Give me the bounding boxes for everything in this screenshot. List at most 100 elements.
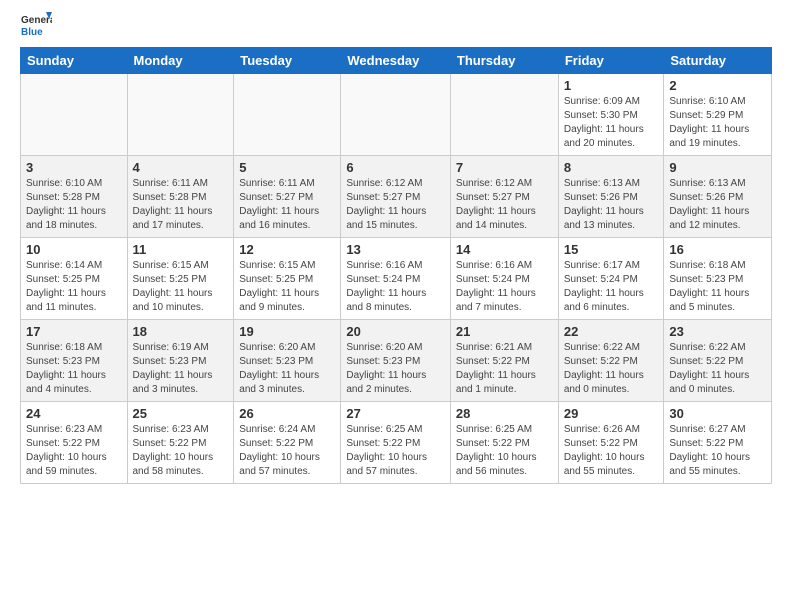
calendar-day-3: 3Sunrise: 6:10 AM Sunset: 5:28 PM Daylig…: [21, 156, 128, 238]
day-number: 10: [26, 242, 122, 257]
day-number: 22: [564, 324, 659, 339]
day-info: Sunrise: 6:27 AM Sunset: 5:22 PM Dayligh…: [669, 423, 766, 479]
day-number: 12: [239, 242, 335, 257]
day-number: 8: [564, 160, 659, 175]
day-info: Sunrise: 6:14 AM Sunset: 5:25 PM Dayligh…: [26, 259, 122, 315]
calendar-week-row: 3Sunrise: 6:10 AM Sunset: 5:28 PM Daylig…: [21, 156, 772, 238]
day-number: 7: [456, 160, 553, 175]
day-info: Sunrise: 6:20 AM Sunset: 5:23 PM Dayligh…: [239, 341, 335, 397]
calendar-day-1: 1 Sunrise: 6:09 AM Sunset: 5:30 PM Daylig…: [558, 74, 664, 156]
calendar-day-30: 30 Sunrise: 6:27 AM Sunset: 5:22 PM Dayli…: [664, 402, 772, 484]
day-info: Sunrise: 6:11 AM Sunset: 5:27 PM Dayligh…: [239, 177, 335, 233]
day-info: Sunrise: 6:24 AM Sunset: 5:22 PM Dayligh…: [239, 423, 335, 479]
day-number: 29: [564, 406, 659, 421]
calendar-day-13: 13 Sunrise: 6:16 AM Sunset: 5:24 PM Dayli…: [341, 238, 451, 320]
calendar-day-22: 22 Sunrise: 6:22 AM Sunset: 5:22 PM Dayli…: [558, 320, 664, 402]
calendar-day-11: 11Sunrise: 6:15 AM Sunset: 5:25 PM Dayli…: [127, 238, 234, 320]
calendar-day-21: 21 Sunrise: 6:21 AM Sunset: 5:22 PM Dayli…: [450, 320, 558, 402]
day-info: Sunrise: 6:21 AM Sunset: 5:22 PM Dayligh…: [456, 341, 553, 397]
calendar-day-20: 20 Sunrise: 6:20 AM Sunset: 5:23 PM Dayli…: [341, 320, 451, 402]
calendar-day-5: 5 Sunrise: 6:11 AM Sunset: 5:27 PM Daylig…: [234, 156, 341, 238]
day-info: Sunrise: 6:16 AM Sunset: 5:24 PM Dayligh…: [346, 259, 445, 315]
day-number: 11: [133, 242, 229, 257]
weekday-header-tuesday: Tuesday: [234, 48, 341, 74]
day-info: Sunrise: 6:26 AM Sunset: 5:22 PM Dayligh…: [564, 423, 659, 479]
weekday-header-friday: Friday: [558, 48, 664, 74]
logo-svg: General Blue: [20, 10, 52, 42]
day-number: 30: [669, 406, 766, 421]
day-info: Sunrise: 6:13 AM Sunset: 5:26 PM Dayligh…: [564, 177, 659, 233]
calendar-day-4: 4 Sunrise: 6:11 AM Sunset: 5:28 PM Daylig…: [127, 156, 234, 238]
day-info: Sunrise: 6:12 AM Sunset: 5:27 PM Dayligh…: [456, 177, 553, 233]
day-number: 19: [239, 324, 335, 339]
calendar-empty-cell: [21, 74, 128, 156]
calendar-day-9: 9Sunrise: 6:13 AM Sunset: 5:26 PM Daylig…: [664, 156, 772, 238]
day-number: 14: [456, 242, 553, 257]
calendar-day-6: 6Sunrise: 6:12 AM Sunset: 5:27 PM Daylig…: [341, 156, 451, 238]
weekday-header-wednesday: Wednesday: [341, 48, 451, 74]
day-info: Sunrise: 6:12 AM Sunset: 5:27 PM Dayligh…: [346, 177, 445, 233]
weekday-header-saturday: Saturday: [664, 48, 772, 74]
day-info: Sunrise: 6:11 AM Sunset: 5:28 PM Dayligh…: [133, 177, 229, 233]
day-info: Sunrise: 6:25 AM Sunset: 5:22 PM Dayligh…: [456, 423, 553, 479]
day-info: Sunrise: 6:23 AM Sunset: 5:22 PM Dayligh…: [133, 423, 229, 479]
calendar-day-2: 2 Sunrise: 6:10 AM Sunset: 5:29 PM Daylig…: [664, 74, 772, 156]
day-number: 9: [669, 160, 766, 175]
day-number: 20: [346, 324, 445, 339]
calendar-empty-cell: [127, 74, 234, 156]
day-info: Sunrise: 6:22 AM Sunset: 5:22 PM Dayligh…: [669, 341, 766, 397]
calendar-header: SundayMondayTuesdayWednesdayThursdayFrid…: [21, 48, 772, 74]
day-info: Sunrise: 6:23 AM Sunset: 5:22 PM Dayligh…: [26, 423, 122, 479]
calendar-day-18: 18 Sunrise: 6:19 AM Sunset: 5:23 PM Dayli…: [127, 320, 234, 402]
page-header: General Blue: [0, 0, 792, 47]
svg-text:Blue: Blue: [21, 27, 43, 38]
calendar-week-row: 17Sunrise: 6:18 AM Sunset: 5:23 PM Dayli…: [21, 320, 772, 402]
day-number: 18: [133, 324, 229, 339]
calendar-day-12: 12 Sunrise: 6:15 AM Sunset: 5:25 PM Dayli…: [234, 238, 341, 320]
calendar-day-10: 10 Sunrise: 6:14 AM Sunset: 5:25 PM Dayli…: [21, 238, 128, 320]
calendar-day-25: 25 Sunrise: 6:23 AM Sunset: 5:22 PM Dayli…: [127, 402, 234, 484]
day-number: 23: [669, 324, 766, 339]
day-info: Sunrise: 6:15 AM Sunset: 5:25 PM Dayligh…: [239, 259, 335, 315]
day-info: Sunrise: 6:20 AM Sunset: 5:23 PM Dayligh…: [346, 341, 445, 397]
weekday-header-thursday: Thursday: [450, 48, 558, 74]
calendar-day-16: 16Sunrise: 6:18 AM Sunset: 5:23 PM Dayli…: [664, 238, 772, 320]
calendar-day-24: 24Sunrise: 6:23 AM Sunset: 5:22 PM Dayli…: [21, 402, 128, 484]
calendar-day-19: 19 Sunrise: 6:20 AM Sunset: 5:23 PM Dayli…: [234, 320, 341, 402]
day-number: 4: [133, 160, 229, 175]
calendar-day-8: 8 Sunrise: 6:13 AM Sunset: 5:26 PM Daylig…: [558, 156, 664, 238]
calendar-day-17: 17Sunrise: 6:18 AM Sunset: 5:23 PM Dayli…: [21, 320, 128, 402]
day-number: 13: [346, 242, 445, 257]
day-info: Sunrise: 6:17 AM Sunset: 5:24 PM Dayligh…: [564, 259, 659, 315]
calendar-week-row: 10 Sunrise: 6:14 AM Sunset: 5:25 PM Dayli…: [21, 238, 772, 320]
logo: General Blue: [20, 10, 52, 42]
day-info: Sunrise: 6:25 AM Sunset: 5:22 PM Dayligh…: [346, 423, 445, 479]
day-number: 5: [239, 160, 335, 175]
calendar-day-27: 27 Sunrise: 6:25 AM Sunset: 5:22 PM Dayli…: [341, 402, 451, 484]
calendar-week-row: 1 Sunrise: 6:09 AM Sunset: 5:30 PM Daylig…: [21, 74, 772, 156]
calendar-week-row: 24Sunrise: 6:23 AM Sunset: 5:22 PM Dayli…: [21, 402, 772, 484]
calendar-empty-cell: [341, 74, 451, 156]
calendar-day-28: 28 Sunrise: 6:25 AM Sunset: 5:22 PM Dayli…: [450, 402, 558, 484]
day-number: 3: [26, 160, 122, 175]
calendar-table: SundayMondayTuesdayWednesdayThursdayFrid…: [20, 47, 772, 484]
day-number: 16: [669, 242, 766, 257]
calendar-day-7: 7 Sunrise: 6:12 AM Sunset: 5:27 PM Daylig…: [450, 156, 558, 238]
page-container: General Blue SundayMondayTuesdayWednesda…: [0, 0, 792, 494]
day-info: Sunrise: 6:10 AM Sunset: 5:29 PM Dayligh…: [669, 95, 766, 151]
calendar-day-29: 29 Sunrise: 6:26 AM Sunset: 5:22 PM Dayli…: [558, 402, 664, 484]
day-info: Sunrise: 6:22 AM Sunset: 5:22 PM Dayligh…: [564, 341, 659, 397]
day-number: 28: [456, 406, 553, 421]
day-number: 1: [564, 78, 659, 93]
day-number: 25: [133, 406, 229, 421]
weekday-header-sunday: Sunday: [21, 48, 128, 74]
day-info: Sunrise: 6:19 AM Sunset: 5:23 PM Dayligh…: [133, 341, 229, 397]
day-number: 2: [669, 78, 766, 93]
day-number: 27: [346, 406, 445, 421]
day-number: 21: [456, 324, 553, 339]
day-info: Sunrise: 6:09 AM Sunset: 5:30 PM Dayligh…: [564, 95, 659, 151]
day-number: 15: [564, 242, 659, 257]
calendar-empty-cell: [234, 74, 341, 156]
calendar-wrapper: SundayMondayTuesdayWednesdayThursdayFrid…: [0, 47, 792, 494]
day-number: 17: [26, 324, 122, 339]
